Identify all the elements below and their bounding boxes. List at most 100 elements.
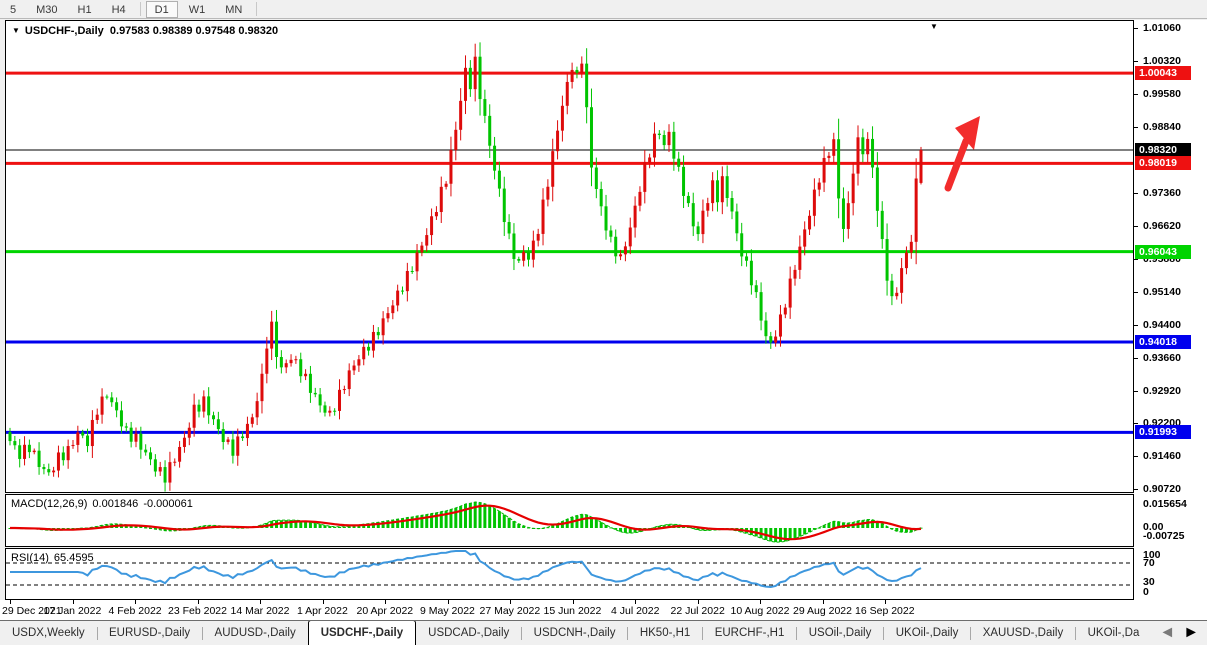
- tab-usdcnh-daily[interactable]: USDCNH-,Daily: [522, 621, 628, 645]
- price-tick-mark: [1134, 28, 1138, 29]
- chart-ohlc-values: 0.97583 0.98389 0.97548 0.98320: [110, 25, 278, 37]
- macd-main-value: 0.001846: [92, 498, 138, 510]
- tab-ukoil-da[interactable]: UKOil-,Da: [1076, 621, 1152, 645]
- price-axis[interactable]: 1.01060 1.00320 0.99580 0.98840 0.97360 0.966…: [1134, 20, 1207, 620]
- candlestick-series: [9, 42, 923, 491]
- timeframe-toolbar: 5M30H1H4 D1W1MN: [0, 0, 1207, 19]
- price-badge-1-00043: 1.00043: [1135, 66, 1191, 80]
- timeframe-button-h1[interactable]: H1: [69, 1, 101, 18]
- date-tick-label: 10 Aug 2022: [731, 605, 790, 617]
- date-tick-label: 16 Sep 2022: [855, 605, 915, 617]
- date-tick-mark: [448, 600, 449, 604]
- tab-usdx-weekly[interactable]: USDX,Weekly: [0, 621, 97, 645]
- price-tick-mark: [1134, 391, 1138, 392]
- date-tick-label: 22 Jul 2022: [671, 605, 725, 617]
- tab-eurusd-daily[interactable]: EURUSD-,Daily: [97, 621, 202, 645]
- price-tick-mark: [1134, 127, 1138, 128]
- rsi-indicator-pane[interactable]: RSI(14)65.4595: [5, 548, 1134, 600]
- price-tick-label: 0.93660: [1143, 352, 1181, 364]
- tab-scrollers: ◄►: [1151, 621, 1207, 645]
- price-tick-label: 1.01060: [1143, 22, 1181, 34]
- date-tick-mark: [823, 600, 824, 604]
- chart-tab-bar: USDX,WeeklyEURUSD-,DailyAUDUSD-,DailyUSD…: [0, 620, 1207, 645]
- price-tick-label: 0.90720: [1143, 483, 1181, 495]
- price-tick-mark: [1134, 456, 1138, 457]
- toolbar-separator: [256, 2, 257, 16]
- price-tick-label: 0.96620: [1143, 220, 1181, 232]
- tab-ukoil-daily[interactable]: UKOil-,Daily: [884, 621, 971, 645]
- price-tick-label: 0.97360: [1143, 187, 1181, 199]
- macd-signal-value: -0.000061: [143, 498, 193, 510]
- toolbar-separator: [140, 2, 141, 16]
- mt4-window: 5M30H1H4 D1W1MN ▼ USDCHF-,Daily 0.97583 0.…: [0, 0, 1207, 645]
- tab-xauusd-daily[interactable]: XAUUSD-,Daily: [971, 621, 1076, 645]
- date-tick-mark: [635, 600, 636, 604]
- date-tick-label: 14 Mar 2022: [231, 605, 290, 617]
- date-tick-mark: [198, 600, 199, 604]
- price-tick-label: 0.94400: [1143, 319, 1181, 331]
- macd-indicator-pane[interactable]: MACD(12,26,9)0.001846-0.000061: [5, 494, 1134, 547]
- timeframe-button-m30[interactable]: M30: [27, 1, 66, 18]
- tab-usdcad-daily[interactable]: USDCAD-,Daily: [416, 621, 521, 645]
- price-tick-mark: [1134, 489, 1138, 490]
- tab-eurchf-h1[interactable]: EURCHF-,H1: [703, 621, 797, 645]
- timeframe-button-mn[interactable]: MN: [216, 1, 251, 18]
- price-tick-label: 1.00320: [1143, 55, 1181, 67]
- date-tick-mark: [385, 600, 386, 604]
- date-tick-mark: [73, 600, 74, 604]
- rsi-axis-label: 0: [1143, 586, 1149, 598]
- date-tick-label: 1 Apr 2022: [297, 605, 348, 617]
- date-tick-label: 4 Feb 2022: [109, 605, 162, 617]
- date-tick-label: 23 Feb 2022: [168, 605, 227, 617]
- timeframe-button-5[interactable]: 5: [1, 1, 25, 18]
- price-tick-label: 0.98840: [1143, 121, 1181, 133]
- price-tick-label: 0.92920: [1143, 385, 1181, 397]
- date-tick-label: 17 Jan 2022: [44, 605, 102, 617]
- date-tick-label: 27 May 2022: [480, 605, 541, 617]
- chart-title: ▼ USDCHF-,Daily 0.97583 0.98389 0.97548 0…: [12, 25, 278, 37]
- price-tick-mark: [1134, 358, 1138, 359]
- date-tick-mark: [698, 600, 699, 604]
- date-tick-mark: [760, 600, 761, 604]
- date-tick-label: 9 May 2022: [420, 605, 475, 617]
- timeframe-button-h4[interactable]: H4: [103, 1, 135, 18]
- date-tick-label: 4 Jul 2022: [611, 605, 659, 617]
- tab-scroll-left-icon[interactable]: ◄: [1159, 624, 1175, 642]
- main-chart-pane[interactable]: ▼ USDCHF-,Daily 0.97583 0.98389 0.97548 0…: [5, 20, 1134, 493]
- tab-usoil-daily[interactable]: USOil-,Daily: [797, 621, 884, 645]
- date-tick-mark: [10, 600, 11, 604]
- date-tick-mark: [573, 600, 574, 604]
- price-badge-0-96043: 0.96043: [1135, 245, 1191, 259]
- rsi-label: RSI(14)65.4595: [11, 552, 99, 564]
- date-tick-label: 20 Apr 2022: [357, 605, 414, 617]
- tab-hk50-h1[interactable]: HK50-,H1: [628, 621, 703, 645]
- chart-symbol-label: USDCHF-,Daily: [25, 25, 104, 37]
- price-tick-mark: [1134, 259, 1138, 260]
- date-tick-label: 15 Jun 2022: [544, 605, 602, 617]
- trend-arrow-annotation[interactable]: [948, 116, 980, 188]
- price-tick-mark: [1134, 226, 1138, 227]
- timeframe-button-d1[interactable]: D1: [146, 1, 178, 18]
- price-badge-0-98019: 0.98019: [1135, 156, 1191, 170]
- price-tick-mark: [1134, 193, 1138, 194]
- macd-axis-label: -0.00725: [1143, 530, 1184, 542]
- macd-label: MACD(12,26,9)0.001846-0.000061: [11, 498, 198, 510]
- timeframe-button-w1[interactable]: W1: [180, 1, 215, 18]
- price-tick-label: 0.91460: [1143, 450, 1181, 462]
- tab-audusd-daily[interactable]: AUDUSD-,Daily: [203, 621, 308, 645]
- price-tick-label: 0.99580: [1143, 88, 1181, 100]
- date-tick-mark: [510, 600, 511, 604]
- price-badge-0-98320: 0.98320: [1135, 143, 1191, 157]
- date-tick-label: 29 Aug 2022: [793, 605, 852, 617]
- price-tick-mark: [1134, 423, 1138, 424]
- macd-axis-label: 0.015654: [1143, 498, 1187, 510]
- chart-shift-marker-icon[interactable]: ▼: [930, 22, 938, 31]
- tab-usdchf-daily[interactable]: USDCHF-,Daily: [308, 620, 416, 645]
- tab-scroll-right-icon[interactable]: ►: [1183, 624, 1199, 642]
- price-tick-mark: [1134, 61, 1138, 62]
- date-axis[interactable]: 29 Dec 202117 Jan 20224 Feb 202223 Feb 2…: [0, 600, 1207, 620]
- chart-dropdown-icon[interactable]: ▼: [12, 26, 20, 35]
- rsi-axis-label: 70: [1143, 557, 1155, 569]
- price-tick-mark: [1134, 94, 1138, 95]
- rsi-line: [10, 551, 921, 587]
